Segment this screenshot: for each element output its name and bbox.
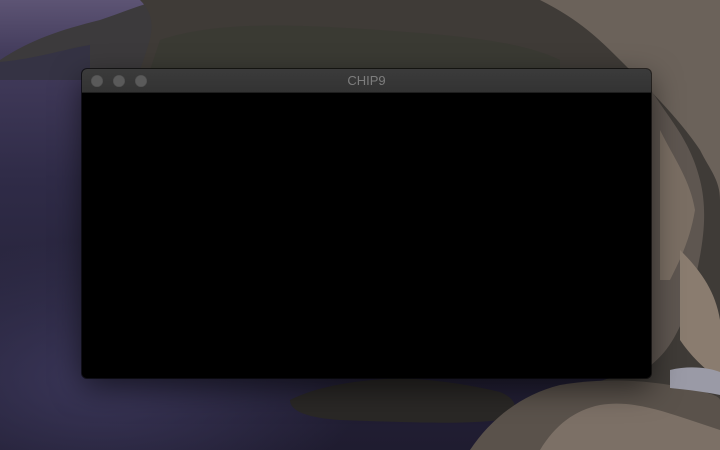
desktop: CHIP9 (0, 0, 720, 450)
title-bar[interactable]: CHIP9 (82, 69, 651, 93)
emulator-display[interactable] (82, 93, 651, 378)
app-window[interactable]: CHIP9 (82, 69, 651, 378)
window-title: CHIP9 (347, 73, 386, 88)
